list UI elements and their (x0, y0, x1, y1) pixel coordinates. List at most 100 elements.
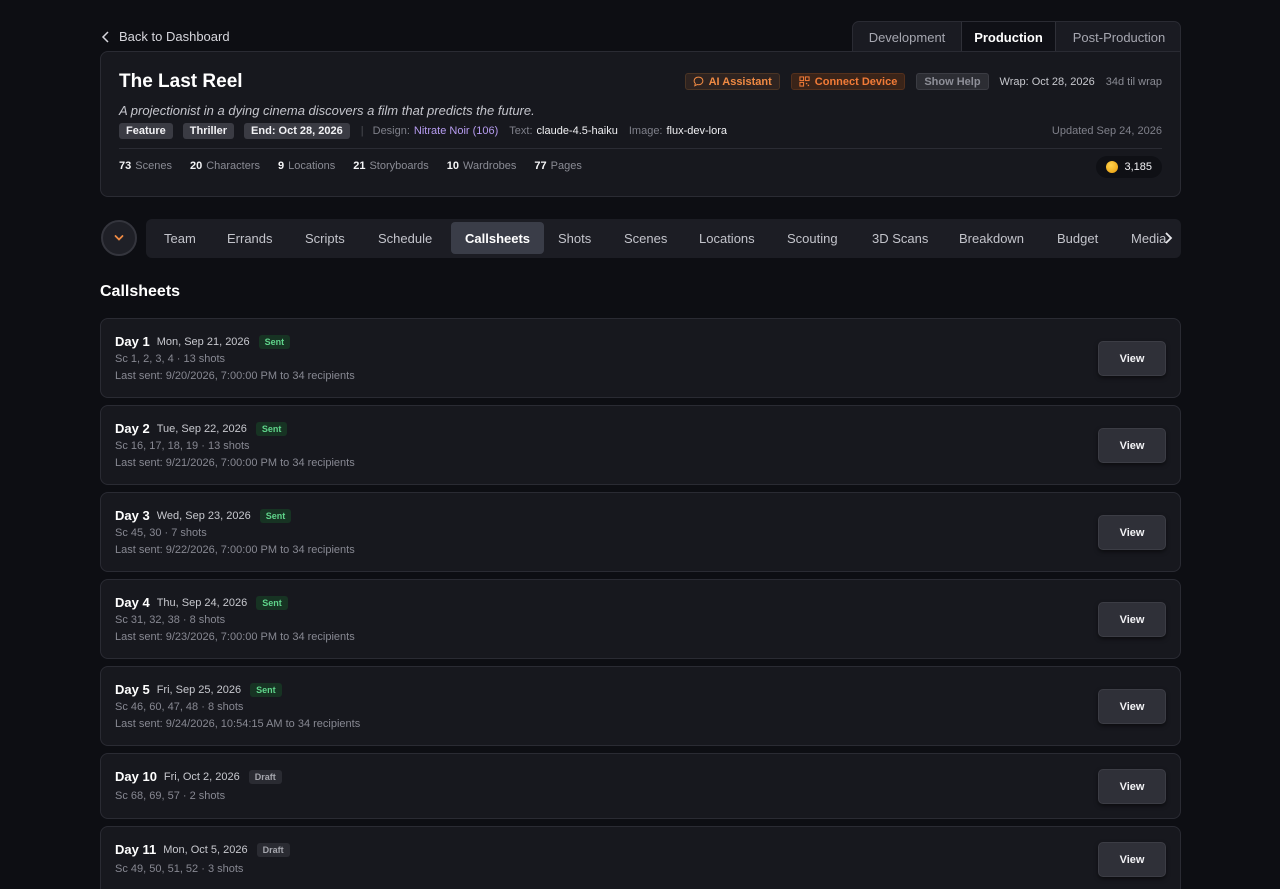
callsheet-last-sent: Last sent: 9/22/2026, 7:00:00 PM to 34 r… (115, 544, 355, 556)
status-badge: Draft (248, 769, 282, 784)
collapse-toggle-button[interactable] (101, 220, 137, 256)
updated-date: Updated Sep 24, 2026 (1051, 125, 1162, 137)
project-header-card: The Last Reel AI Assistant Connect Devic… (100, 51, 1181, 197)
connect-device-button[interactable]: Connect Device (790, 73, 906, 90)
ai-assistant-label: AI Assistant (708, 75, 772, 88)
tab-errands[interactable]: Errands (227, 222, 273, 254)
callsheet-day: Day 2 (115, 421, 150, 436)
callsheet-date: Mon, Oct 5, 2026 (163, 843, 248, 856)
view-button[interactable]: View (1098, 341, 1166, 376)
stat-wardrobes: 10 Wardrobes (446, 160, 517, 172)
tag-format: Feature (119, 123, 173, 139)
tab-scripts[interactable]: Scripts (305, 222, 345, 254)
status-badge: Sent (258, 334, 291, 349)
tab-scenes[interactable]: Scenes (624, 222, 667, 254)
tab-schedule[interactable]: Schedule (378, 222, 432, 254)
view-button[interactable]: View (1098, 515, 1166, 550)
show-help-button[interactable]: Show Help (916, 73, 989, 90)
header-actions: AI Assistant Connect Device Show Help Wr… (684, 73, 1162, 90)
design-value[interactable]: Nitrate Noir (106) (414, 125, 498, 137)
ai-assistant-button[interactable]: AI Assistant (684, 73, 780, 90)
chat-bubble-icon (693, 76, 704, 87)
tab-team[interactable]: Team (164, 222, 196, 254)
days-til-wrap: 34d til wrap (1105, 75, 1162, 88)
callsheet-scenes: Sc 1, 2, 3, 4 · 13 shots (115, 353, 226, 365)
tab-development[interactable]: Development (853, 22, 961, 52)
callsheet-header: Day 4 Thu, Sep 24, 2026 Sent (115, 595, 288, 610)
tab-scouting[interactable]: Scouting (787, 222, 838, 254)
callsheet-last-sent: Last sent: 9/24/2026, 10:54:15 AM to 34 … (115, 718, 361, 730)
meta-separator: | (360, 125, 364, 137)
chevron-down-icon (114, 235, 124, 241)
status-badge: Sent (250, 682, 282, 697)
callsheet-header: Day 11 Mon, Oct 5, 2026 Draft (115, 842, 290, 857)
view-button[interactable]: View (1098, 769, 1166, 804)
text-model-value: claude-4.5-haiku (536, 125, 618, 137)
tab-shots[interactable]: Shots (558, 222, 591, 254)
callsheet-day: Day 10 (115, 769, 157, 784)
callsheet-card: Day 5 Fri, Sep 25, 2026 Sent Sc 46, 60, … (100, 666, 1181, 746)
callsheet-date: Wed, Sep 23, 2026 (156, 509, 251, 522)
phase-tabs: Development Production Post-Production (852, 21, 1181, 52)
image-model-label: Image: (628, 125, 663, 137)
chevron-left-icon (101, 30, 109, 43)
tab-media[interactable]: Media (1131, 222, 1166, 254)
callsheet-scenes: Sc 31, 32, 38 · 8 shots (115, 614, 226, 626)
callsheet-header: Day 10 Fri, Oct 2, 2026 Draft (115, 769, 282, 784)
callsheet-last-sent: Last sent: 9/23/2026, 7:00:00 PM to 34 r… (115, 631, 355, 643)
section-nav-bar: Team Errands Scripts Schedule Callsheets… (146, 219, 1181, 258)
callsheet-scenes: Sc 49, 50, 51, 52 · 3 shots (115, 863, 244, 875)
view-button[interactable]: View (1098, 842, 1166, 877)
text-model-label: Text: (509, 125, 533, 137)
callsheet-header: Day 5 Fri, Sep 25, 2026 Sent (115, 682, 282, 697)
credits-balance: 3,185 (1096, 156, 1162, 178)
view-button[interactable]: View (1098, 602, 1166, 637)
callsheet-scenes: Sc 68, 69, 57 · 2 shots (115, 790, 226, 802)
back-to-dashboard-link[interactable]: Back to Dashboard (101, 29, 230, 44)
callsheet-header: Day 1 Mon, Sep 21, 2026 Sent (115, 334, 291, 349)
callsheet-date: Thu, Sep 24, 2026 (156, 596, 248, 609)
chevron-right-icon[interactable] (1163, 231, 1173, 245)
image-model-value: flux-dev-lora (666, 125, 728, 137)
tab-locations[interactable]: Locations (699, 222, 755, 254)
project-meta-row: Feature Thriller End: Oct 28, 2026 | Des… (119, 123, 1162, 139)
stat-pages: 77 Pages (534, 160, 582, 172)
stat-scenes: 73 Scenes (119, 160, 172, 172)
callsheet-scenes: Sc 46, 60, 47, 48 · 8 shots (115, 701, 244, 713)
callsheet-day: Day 5 (115, 682, 150, 697)
callsheet-scenes: Sc 16, 17, 18, 19 · 13 shots (115, 440, 250, 452)
tab-3d-scans[interactable]: 3D Scans (872, 222, 928, 254)
credits-value: 3,185 (1124, 161, 1152, 173)
tab-post-production[interactable]: Post-Production (1056, 22, 1180, 52)
tab-production[interactable]: Production (961, 22, 1056, 52)
tab-callsheets[interactable]: Callsheets (451, 222, 545, 254)
callsheet-header: Day 2 Tue, Sep 22, 2026 Sent (115, 421, 288, 436)
view-button[interactable]: View (1098, 689, 1166, 724)
tab-budget[interactable]: Budget (1057, 222, 1098, 254)
callsheet-card: Day 2 Tue, Sep 22, 2026 Sent Sc 16, 17, … (100, 405, 1181, 485)
connect-device-label: Connect Device (814, 75, 898, 88)
callsheet-date: Fri, Sep 25, 2026 (156, 683, 242, 696)
callsheet-card: Day 4 Thu, Sep 24, 2026 Sent Sc 31, 32, … (100, 579, 1181, 659)
callsheet-scenes: Sc 45, 30 · 7 shots (115, 527, 207, 539)
tag-genre: Thriller (182, 123, 235, 139)
callsheet-date: Tue, Sep 22, 2026 (156, 422, 247, 435)
callsheet-date: Fri, Oct 2, 2026 (163, 770, 240, 783)
page-title: Callsheets (100, 283, 181, 300)
callsheet-day: Day 4 (115, 595, 150, 610)
project-stats: 73 Scenes 20 Characters 9 Locations 21 Story… (119, 160, 582, 172)
project-title: The Last Reel (119, 71, 243, 92)
callsheet-header: Day 3 Wed, Sep 23, 2026 Sent (115, 508, 292, 523)
card-divider (119, 148, 1162, 149)
view-button[interactable]: View (1098, 428, 1166, 463)
tab-breakdown[interactable]: Breakdown (959, 222, 1024, 254)
status-badge: Sent (259, 508, 292, 523)
qr-code-icon (799, 76, 810, 87)
tag-end-date: End: Oct 28, 2026 (244, 123, 350, 139)
status-badge: Draft (256, 842, 290, 857)
callsheet-card: Day 11 Mon, Oct 5, 2026 Draft Sc 49, 50,… (100, 826, 1181, 889)
callsheet-day: Day 1 (115, 334, 150, 349)
project-logline: A projectionist in a dying cinema discov… (119, 103, 535, 118)
callsheet-date: Mon, Sep 21, 2026 (156, 335, 250, 348)
stat-storyboards: 21 Storyboards (353, 160, 429, 172)
